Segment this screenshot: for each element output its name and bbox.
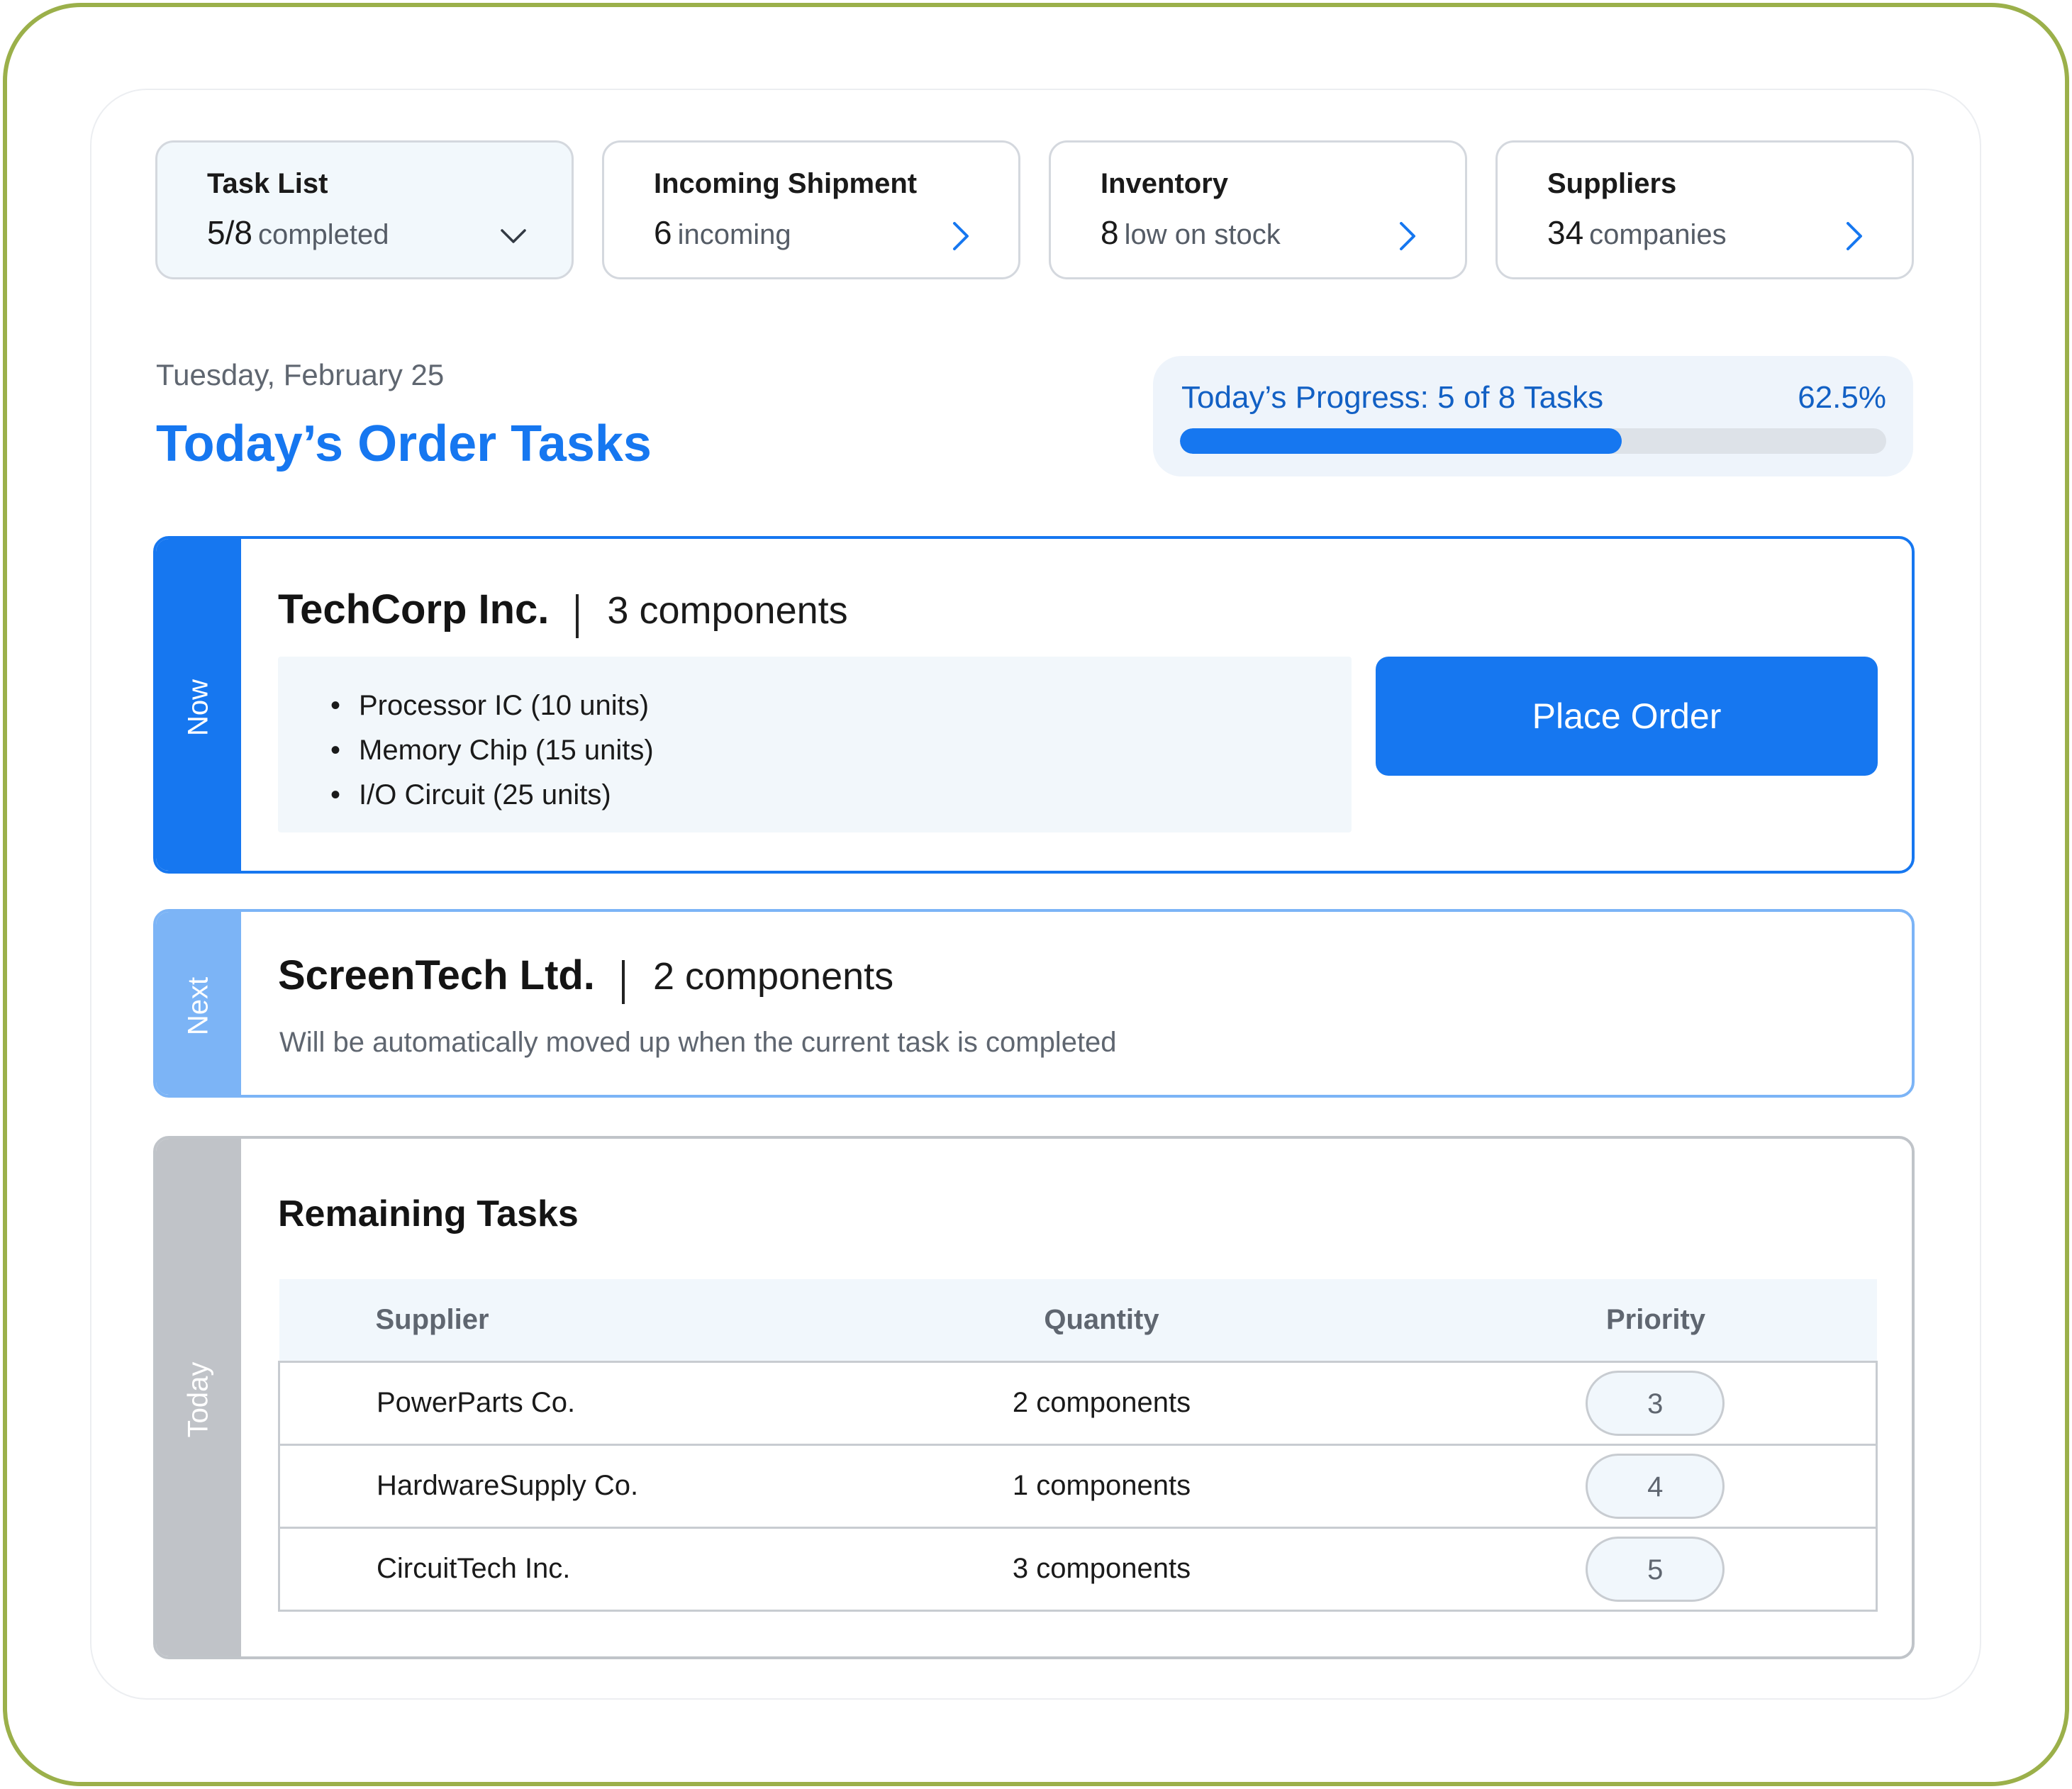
list-item: I/O Circuit (25 units) [330, 773, 654, 818]
task-heading: TechCorp Inc. 3 components [278, 586, 848, 642]
stat-suffix: incoming [677, 219, 791, 250]
status-tab-next: Next [156, 912, 241, 1095]
cell-quantity: 1 components [874, 1443, 1329, 1527]
component-list: Processor IC (10 units) Memory Chip (15 … [330, 684, 654, 818]
cell-supplier: CircuitTech Inc. [279, 1526, 875, 1612]
cell-priority: 3 [1328, 1360, 1877, 1444]
next-task-card: Next ScreenTech Ltd. 2 components Will be… [153, 909, 1915, 1098]
cell-quantity: 3 components [874, 1526, 1329, 1612]
task-heading: ScreenTech Ltd. 2 components [278, 952, 893, 1008]
heading-divider [576, 593, 579, 638]
stat-title: Inventory [1101, 168, 1229, 199]
stat-title: Incoming Shipment [654, 168, 918, 199]
progress-bar [1180, 428, 1886, 454]
stat-number: 5/8 [207, 214, 252, 251]
list-item: Memory Chip (15 units) [330, 728, 654, 773]
column-header-supplier[interactable]: Supplier [279, 1279, 875, 1361]
progress-label: Today’s Progress: 5 of 8 Tasks [1181, 380, 1604, 415]
stat-number: 8 [1101, 214, 1119, 251]
status-tab-today: Today [156, 1139, 241, 1656]
column-header-quantity[interactable]: Quantity [875, 1279, 1329, 1361]
component-count: 3 components [607, 589, 848, 632]
stat-number: 34 [1547, 214, 1584, 251]
next-task-note: Will be automatically moved up when the … [279, 1027, 1117, 1058]
heading-divider [621, 959, 625, 1004]
priority-badge: 3 [1586, 1370, 1725, 1436]
status-tab-now: Now [156, 539, 241, 871]
status-tab-label: Now [182, 679, 214, 737]
remaining-tasks-table: Supplier Quantity Priority PowerParts Co… [278, 1279, 1878, 1612]
component-list-box: Processor IC (10 units) Memory Chip (15 … [278, 657, 1352, 832]
stat-value: 34 companies [1547, 213, 1727, 252]
progress-bar-fill [1180, 428, 1622, 454]
cell-supplier: HardwareSupply Co. [279, 1443, 875, 1527]
stat-suffix: companies [1589, 219, 1727, 250]
remaining-tasks-card: Today Remaining Tasks Supplier Quantity … [153, 1136, 1915, 1659]
priority-badge: 5 [1586, 1536, 1725, 1602]
status-tab-label: Today [182, 1361, 214, 1438]
table-row[interactable]: PowerParts Co. 2 components 3 [279, 1360, 1877, 1444]
chevron-down-icon[interactable] [499, 222, 528, 250]
stat-card-task-list[interactable]: Task List 5/8 completed [155, 140, 574, 279]
stat-card-inventory[interactable]: Inventory 8 low on stock [1049, 140, 1467, 279]
progress-panel: Today’s Progress: 5 of 8 Tasks 62.5% [1153, 356, 1913, 476]
stat-card-suppliers[interactable]: Suppliers 34 companies [1495, 140, 1914, 279]
supplier-name: ScreenTech Ltd. [278, 952, 595, 998]
column-header-priority[interactable]: Priority [1329, 1279, 1877, 1361]
stat-value: 8 low on stock [1101, 213, 1281, 252]
date-label: Tuesday, February 25 [156, 358, 445, 391]
stat-suffix: completed [257, 219, 389, 250]
cell-priority: 4 [1328, 1443, 1877, 1527]
place-order-button[interactable]: Place Order [1376, 657, 1878, 776]
chevron-right-icon[interactable] [946, 222, 974, 250]
table-row[interactable]: HardwareSupply Co. 1 components 4 [279, 1443, 1877, 1527]
table-header-row: Supplier Quantity Priority [279, 1279, 1877, 1361]
stat-card-incoming-shipment[interactable]: Incoming Shipment 6 incoming [602, 140, 1020, 279]
table-row[interactable]: CircuitTech Inc. 3 components 5 [279, 1526, 1877, 1612]
stat-title: Task List [207, 168, 328, 199]
chevron-right-icon[interactable] [1839, 222, 1868, 250]
stat-value: 5/8 completed [207, 213, 389, 252]
chevron-right-icon[interactable] [1393, 222, 1421, 250]
stat-value: 6 incoming [654, 213, 791, 252]
current-task-card: Now TechCorp Inc. 3 components Processor … [153, 536, 1915, 874]
priority-badge: 4 [1586, 1453, 1725, 1519]
list-item: Processor IC (10 units) [330, 684, 654, 728]
cell-priority: 5 [1328, 1526, 1877, 1612]
stat-title: Suppliers [1547, 168, 1677, 199]
cell-supplier: PowerParts Co. [279, 1360, 875, 1444]
section-title: Remaining Tasks [278, 1193, 579, 1235]
page-title: Today’s Order Tasks [156, 416, 652, 472]
stat-suffix: low on stock [1124, 219, 1281, 250]
progress-percent: 62.5% [1798, 380, 1886, 415]
status-tab-label: Next [182, 976, 214, 1036]
component-count: 2 components [652, 955, 894, 998]
stat-number: 6 [654, 214, 672, 251]
supplier-name: TechCorp Inc. [278, 586, 550, 632]
cell-quantity: 2 components [874, 1360, 1329, 1444]
